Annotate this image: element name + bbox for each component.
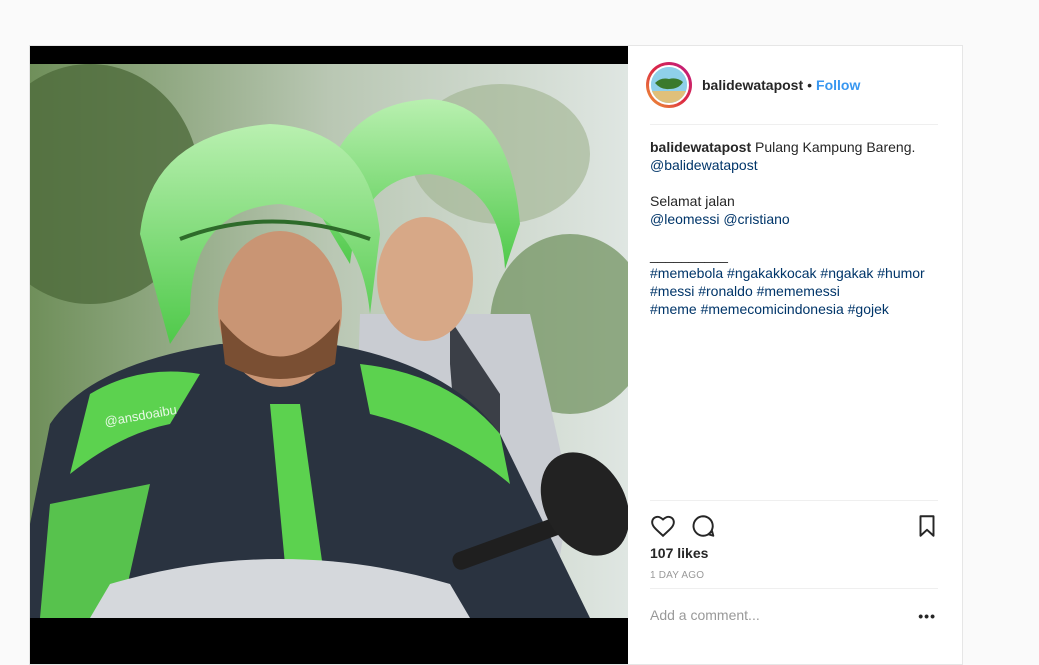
follow-button[interactable]: Follow: [816, 77, 860, 93]
caption-divider: __________: [650, 247, 728, 263]
caption-username[interactable]: balidewatapost: [650, 139, 751, 155]
hashtags-line-1[interactable]: #memebola #ngakakkocak #ngakak #humor: [650, 265, 925, 281]
bookmark-icon[interactable]: [914, 513, 940, 539]
post-sidebar: balidewatapost • Follow balidewatapost P…: [628, 46, 962, 664]
header-username[interactable]: balidewatapost: [702, 77, 803, 93]
avatar[interactable]: [649, 65, 689, 105]
heart-icon[interactable]: [650, 513, 676, 539]
bali-map-icon: [651, 67, 687, 103]
comment-icon[interactable]: [690, 513, 716, 539]
media-bottom-bar: [30, 618, 628, 664]
comment-input[interactable]: Add a comment...: [650, 607, 760, 623]
post-media[interactable]: @ansdoaibu: [30, 46, 628, 664]
more-icon[interactable]: •••: [918, 608, 936, 624]
likes-count[interactable]: 107 likes: [650, 545, 708, 561]
instagram-post: @ansdoaibu balidewatapost • Follow balid…: [29, 45, 963, 665]
caption-line-1: Pulang Kampung Bareng.: [755, 139, 916, 155]
post-photo[interactable]: @ansdoaibu: [30, 64, 628, 618]
hashtags-line-2[interactable]: #messi #ronaldo #mememessi: [650, 283, 840, 299]
action-bar: [650, 500, 938, 549]
hashtags-line-3[interactable]: #meme #memecomicindonesia #gojek: [650, 301, 889, 317]
separator-dot: •: [807, 77, 813, 93]
avatar-ring[interactable]: [646, 62, 692, 108]
mention-leomessi[interactable]: @leomessi: [650, 211, 719, 227]
photo-illustration: [30, 64, 628, 618]
post-caption: balidewatapost Pulang Kampung Bareng. @b…: [650, 138, 938, 318]
post-header: balidewatapost • Follow: [646, 46, 938, 125]
mention-cristiano[interactable]: @cristiano: [723, 211, 789, 227]
comment-bar: Add a comment... •••: [650, 588, 938, 645]
caption-line-3: Selamat jalan: [650, 193, 735, 209]
post-timestamp[interactable]: 1 DAY AGO: [650, 570, 704, 581]
mention-balidewatapost[interactable]: @balidewatapost: [650, 157, 758, 173]
